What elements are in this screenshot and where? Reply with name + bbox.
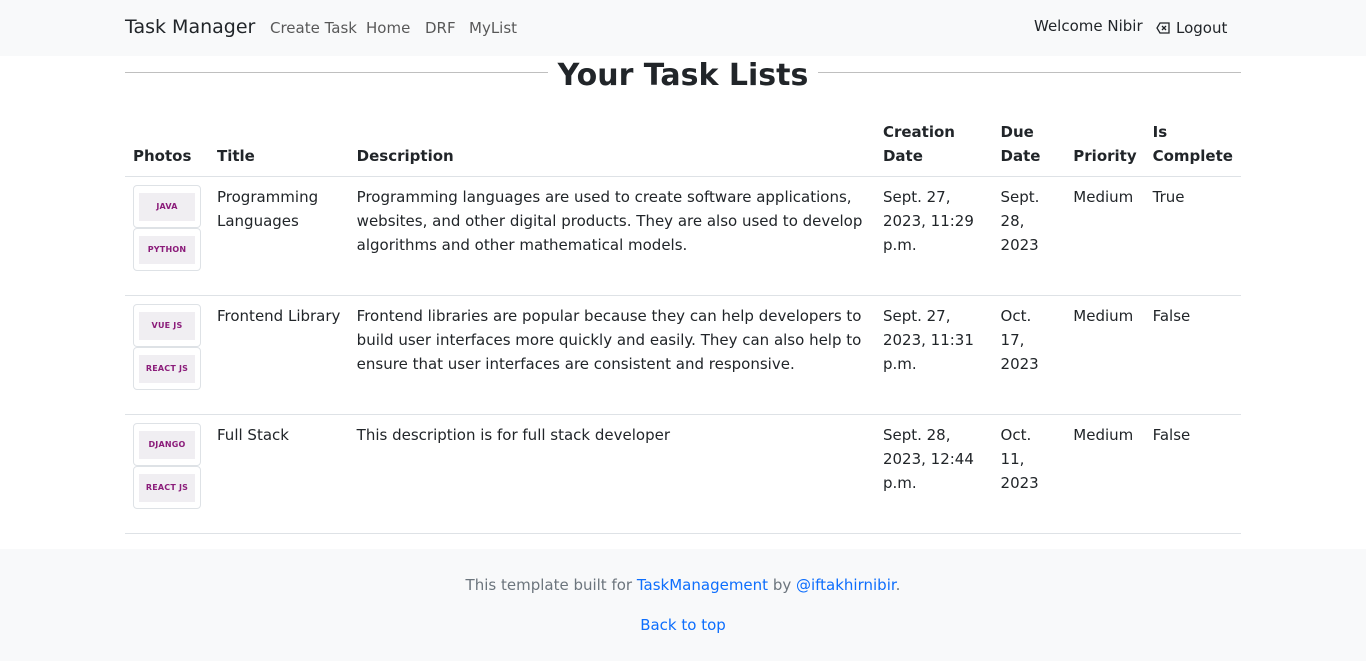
task-description: Frontend libraries are popular because t… — [348, 295, 875, 415]
back-to-top-link[interactable]: Back to top — [0, 616, 1366, 634]
welcome-text: Welcome Nibir — [1034, 17, 1143, 35]
task-due-date: Oct. 11, 2023 — [992, 414, 1066, 534]
task-due-date: Sept. 28, 2023 — [992, 176, 1066, 296]
photo-thumbnail[interactable]: REACT JS — [133, 347, 201, 390]
task-title: Frontend Library — [209, 295, 349, 415]
task-title: Programming Languages — [209, 176, 349, 296]
nav-link-home[interactable]: Home — [366, 19, 410, 37]
task-description: Programming languages are used to create… — [348, 176, 875, 296]
photo-label: PYTHON — [139, 235, 195, 264]
task-is-complete: False — [1144, 414, 1241, 534]
task-due-date: Oct. 17, 2023 — [992, 295, 1066, 415]
photo-label: VUE JS — [139, 311, 195, 340]
author-link[interactable]: @iftakhirnibir — [796, 576, 896, 594]
footer-text-middle: by — [768, 576, 796, 594]
photo-label: REACT JS — [139, 473, 195, 502]
page-title: Your Task Lists — [547, 58, 819, 93]
table-row: VUE JS REACT JS Frontend Library Fronten… — [125, 295, 1241, 415]
photo-thumbnail[interactable]: JAVA — [133, 185, 201, 228]
nav-link-mylist[interactable]: MyList — [469, 19, 517, 37]
task-table: Photos Title Description Creation Date D… — [125, 118, 1241, 534]
task-creation-date: Sept. 27, 2023, 11:31 p.m. — [874, 295, 993, 415]
footer-text-after: . — [895, 576, 901, 594]
task-description: This description is for full stack devel… — [348, 414, 875, 534]
col-header-photos: Photos — [125, 118, 209, 177]
task-priority: Medium — [1065, 295, 1145, 415]
project-link[interactable]: TaskManagement — [637, 576, 768, 594]
photo-thumbnail[interactable]: PYTHON — [133, 228, 201, 271]
task-is-complete: False — [1144, 295, 1241, 415]
photo-label: JAVA — [139, 192, 195, 221]
photo-thumbnail[interactable]: REACT JS — [133, 466, 201, 509]
table-row: JAVA PYTHON Programming Languages Progra… — [125, 176, 1241, 296]
logout-label: Logout — [1176, 19, 1228, 37]
brand-link[interactable]: Task Manager — [125, 16, 255, 38]
task-title: Full Stack — [209, 414, 349, 534]
photo-label: REACT JS — [139, 354, 195, 383]
nav-link-drf[interactable]: DRF — [425, 19, 456, 37]
navbar: Task Manager Create Task Home DRF MyList… — [0, 0, 1366, 56]
task-priority: Medium — [1065, 414, 1145, 534]
photos-cell: JAVA PYTHON — [125, 176, 209, 296]
photos-cell: VUE JS REACT JS — [125, 295, 209, 415]
task-creation-date: Sept. 27, 2023, 11:29 p.m. — [874, 176, 993, 296]
col-header-priority: Priority — [1065, 118, 1145, 177]
col-header-title: Title — [209, 118, 349, 177]
table-row: DJANGO REACT JS Full Stack This descript… — [125, 414, 1241, 534]
logout-icon — [1156, 22, 1170, 34]
photos-cell: DJANGO REACT JS — [125, 414, 209, 534]
task-creation-date: Sept. 28, 2023, 12:44 p.m. — [874, 414, 993, 534]
logout-button[interactable]: Logout — [1156, 19, 1227, 37]
col-header-due-date: Due Date — [992, 118, 1066, 177]
task-is-complete: True — [1144, 176, 1241, 296]
photo-thumbnail[interactable]: VUE JS — [133, 304, 201, 347]
page-heading: Your Task Lists — [125, 56, 1241, 98]
footer-text: This template built for TaskManagement b… — [0, 576, 1366, 594]
table-header-row: Photos Title Description Creation Date D… — [125, 118, 1241, 177]
nav-link-create-task[interactable]: Create Task — [270, 19, 357, 37]
footer: This template built for TaskManagement b… — [0, 549, 1366, 661]
task-priority: Medium — [1065, 176, 1145, 296]
photo-label: DJANGO — [139, 430, 195, 459]
col-header-creation-date: Creation Date — [874, 118, 993, 177]
col-header-description: Description — [348, 118, 875, 177]
col-header-is-complete: Is Complete — [1144, 118, 1241, 177]
photo-thumbnail[interactable]: DJANGO — [133, 423, 201, 466]
footer-text-before: This template built for — [465, 576, 637, 594]
